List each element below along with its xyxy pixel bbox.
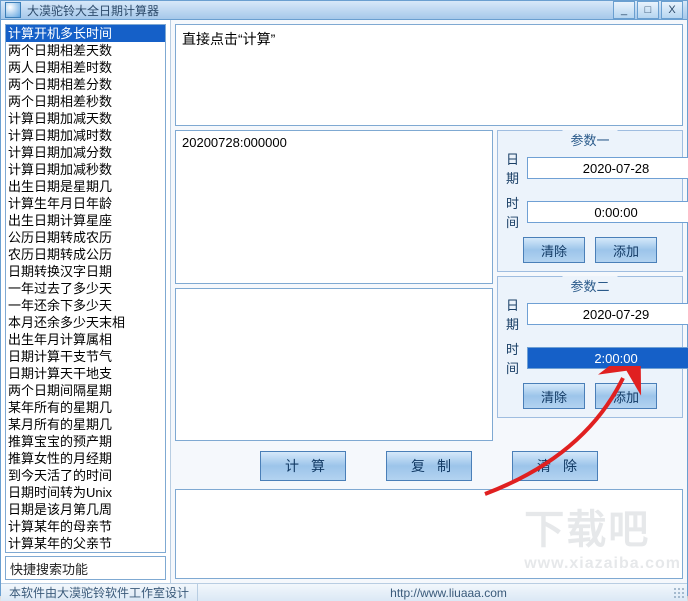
- list-item[interactable]: 本月还余多少天末相: [6, 314, 165, 331]
- list-item[interactable]: 一年过去了多少天: [6, 280, 165, 297]
- list-item[interactable]: 计算日期加减秒数: [6, 161, 165, 178]
- copy-button[interactable]: 复制: [386, 451, 472, 481]
- list-item[interactable]: 计算生年月日年龄: [6, 195, 165, 212]
- close-button[interactable]: X: [661, 1, 683, 19]
- maximize-button[interactable]: □: [637, 1, 659, 19]
- list-item[interactable]: 计算开机多长时间: [6, 25, 165, 42]
- list-item[interactable]: 计算日期加减天数: [6, 110, 165, 127]
- list-item[interactable]: 日期计算干支节气: [6, 348, 165, 365]
- list-item[interactable]: 某年所有的星期几: [6, 399, 165, 416]
- param-group-2: 参数二 日期 ▼ 时间 ▼: [497, 276, 683, 418]
- date-label: 日期: [506, 149, 519, 187]
- list-item[interactable]: 到今天活了的时间: [6, 467, 165, 484]
- list-item[interactable]: 两个日期相差分数: [6, 76, 165, 93]
- list-item[interactable]: 计算日期加减时数: [6, 127, 165, 144]
- time-input-1[interactable]: [527, 201, 688, 223]
- log-box-top[interactable]: 20200728:000000: [175, 130, 493, 284]
- list-item[interactable]: 农历日期转成公历: [6, 246, 165, 263]
- client-area: 计算开机多长时间两个日期相差天数两人日期相差时数两个日期相差分数两个日期相差秒数…: [1, 20, 687, 583]
- clear-button-1[interactable]: 清除: [523, 237, 585, 263]
- list-item[interactable]: 日期时间转为Unix: [6, 484, 165, 501]
- resize-grip[interactable]: [667, 584, 687, 601]
- function-list[interactable]: 计算开机多长时间两个日期相差天数两人日期相差时数两个日期相差分数两个日期相差秒数…: [5, 24, 166, 553]
- app-icon: [5, 2, 21, 18]
- action-button-row: 计算 复制 清除: [175, 445, 683, 485]
- list-item[interactable]: 两个日期相差秒数: [6, 93, 165, 110]
- main-panel: 直接点击“计算” 20200728:000000 参数一 日期 ▼: [171, 20, 687, 583]
- result-box[interactable]: [175, 489, 683, 579]
- list-item[interactable]: 两人日期相差时数: [6, 59, 165, 76]
- add-button-2[interactable]: 添加: [595, 383, 657, 409]
- list-item[interactable]: 两个日期间隔星期: [6, 382, 165, 399]
- list-item[interactable]: 日期计算天干地支: [6, 365, 165, 382]
- statusbar: 本软件由大漠驼铃软件工作室设计 http://www.liuaaa.com: [1, 583, 687, 601]
- time-label: 时间: [506, 339, 519, 377]
- credit-text: 本软件由大漠驼铃软件工作室设计: [1, 584, 198, 601]
- clear-all-button[interactable]: 清除: [512, 451, 598, 481]
- quick-search-input[interactable]: [5, 556, 166, 580]
- sidebar: 计算开机多长时间两个日期相差天数两人日期相差时数两个日期相差分数两个日期相差秒数…: [1, 20, 171, 583]
- date-input-2[interactable]: [527, 303, 688, 325]
- time-label: 时间: [506, 193, 519, 231]
- minimize-button[interactable]: _: [613, 1, 635, 19]
- date-input-1[interactable]: [527, 157, 688, 179]
- list-item[interactable]: 两个日期相差天数: [6, 42, 165, 59]
- instruction-box[interactable]: 直接点击“计算”: [175, 24, 683, 126]
- param-group-1: 参数一 日期 ▼ 时间 ▼: [497, 130, 683, 272]
- log-text: 20200728:000000: [182, 135, 287, 150]
- list-item[interactable]: 计算某年的父亲节: [6, 535, 165, 552]
- list-item[interactable]: 日期是该月第几周: [6, 501, 165, 518]
- list-item[interactable]: 一年还余下多少天: [6, 297, 165, 314]
- time-input-2[interactable]: [527, 347, 688, 369]
- log-box-bottom[interactable]: [175, 288, 493, 442]
- list-item[interactable]: 出生日期是星期几: [6, 178, 165, 195]
- list-item[interactable]: 日期转换汉字日期: [6, 263, 165, 280]
- list-item[interactable]: 某月所有的星期几: [6, 416, 165, 433]
- titlebar[interactable]: 大漠驼铃大全日期计算器 _ □ X: [1, 1, 687, 20]
- date-label: 日期: [506, 295, 519, 333]
- instruction-text: 直接点击“计算”: [182, 31, 275, 47]
- app-window: 大漠驼铃大全日期计算器 _ □ X 计算开机多长时间两个日期相差天数两人日期相差…: [0, 0, 688, 596]
- list-item[interactable]: 计算某年的母亲节: [6, 518, 165, 535]
- group-title: 参数一: [562, 130, 617, 149]
- list-item[interactable]: 出生日期计算星座: [6, 212, 165, 229]
- list-item[interactable]: 出生年月计算属相: [6, 331, 165, 348]
- list-item[interactable]: 公历日期转成农历: [6, 229, 165, 246]
- clear-button-2[interactable]: 清除: [523, 383, 585, 409]
- list-item[interactable]: 推算宝宝的预产期: [6, 433, 165, 450]
- add-button-1[interactable]: 添加: [595, 237, 657, 263]
- website-url[interactable]: http://www.liuaaa.com: [198, 584, 667, 601]
- list-item[interactable]: 推算女性的月经期: [6, 450, 165, 467]
- group-title: 参数二: [562, 276, 617, 295]
- list-item[interactable]: 计算日期加减分数: [6, 144, 165, 161]
- calculate-button[interactable]: 计算: [260, 451, 346, 481]
- app-title: 大漠驼铃大全日期计算器: [27, 2, 159, 19]
